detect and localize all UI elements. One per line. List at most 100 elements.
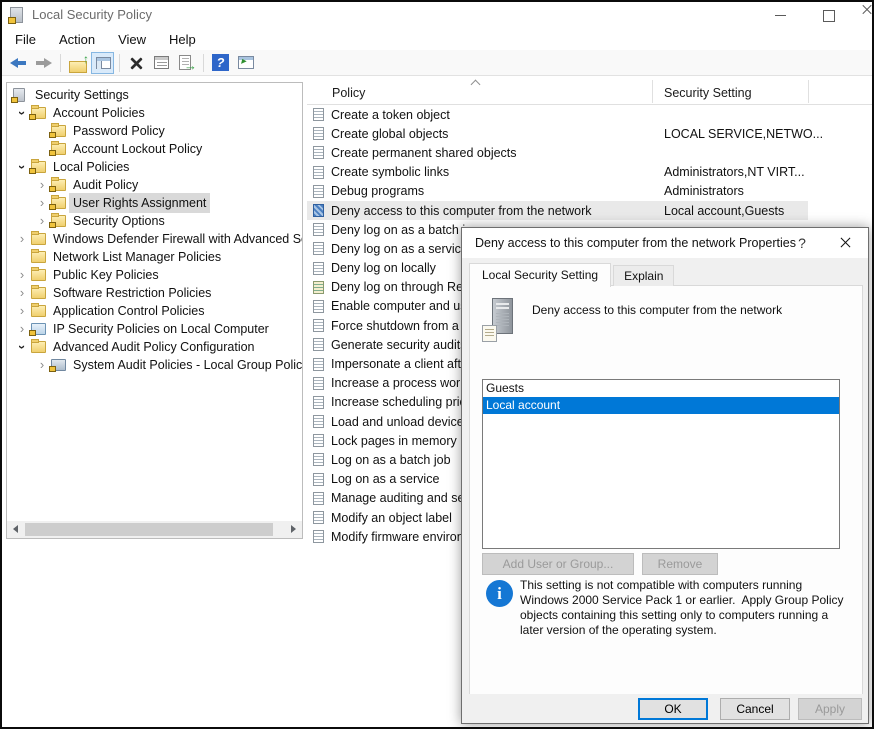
policy-doc-icon (313, 127, 324, 140)
column-divider[interactable] (808, 80, 809, 103)
menu-item[interactable]: View (108, 30, 156, 49)
cancel-button[interactable]: Cancel (720, 698, 790, 720)
maximize-button[interactable] (812, 2, 846, 28)
dialog-tab[interactable]: Local Security Setting (469, 263, 611, 287)
policy-name: Create global objects (331, 127, 448, 141)
tree-item[interactable]: Security Settings (7, 86, 302, 104)
tree-item[interactable]: Account Policies (7, 104, 302, 122)
tree-item[interactable]: Audit Policy (7, 176, 302, 194)
policy-doc-icon (313, 396, 324, 409)
tree-item-label: Password Policy (72, 124, 166, 138)
back-icon[interactable] (7, 52, 30, 74)
apply-button[interactable]: Apply (798, 698, 862, 720)
compatibility-note: This setting is not compatible with comp… (520, 578, 854, 638)
help-icon[interactable]: ? (209, 52, 232, 74)
minimize-button[interactable] (764, 2, 798, 28)
column-header-policy[interactable]: Policy (332, 86, 365, 100)
policy-row[interactable]: Create a token object (307, 105, 872, 124)
policy-doc-icon (313, 300, 324, 313)
tree-node-icon (51, 197, 66, 209)
scrollbar-thumb[interactable] (25, 523, 273, 536)
tree-item[interactable]: Account Lockout Policy (7, 140, 302, 158)
tree-item[interactable]: IP Security Policies on Local Computer (7, 320, 302, 338)
tree-item[interactable]: Security Options (7, 212, 302, 230)
local-security-policy-window: Local Security Policy FileActionViewHelp… (0, 0, 874, 729)
export-list-icon[interactable] (175, 52, 198, 74)
horizontal-scrollbar[interactable] (7, 521, 302, 538)
expand-chevron-icon[interactable] (13, 286, 31, 300)
tree-item[interactable]: User Rights Assignment (7, 194, 302, 212)
tree-node-icon (31, 107, 46, 119)
policy-doc-icon (313, 108, 324, 121)
tree-item-label: Windows Defender Firewall with Advanced … (52, 232, 302, 246)
tree-item[interactable]: Software Restriction Policies (7, 284, 302, 302)
list-header: Policy Security Setting (307, 78, 872, 105)
policy-name: Generate security audits (331, 338, 467, 352)
policy-row[interactable]: Debug programs Administrators (307, 182, 872, 201)
ok-button[interactable]: OK (638, 698, 708, 720)
column-divider[interactable] (652, 80, 653, 103)
policy-row[interactable]: Create global objects LOCAL SERVICE,NETW… (307, 124, 872, 143)
up-one-level-icon[interactable] (66, 55, 89, 77)
tree-item[interactable]: Advanced Audit Policy Configuration (7, 338, 302, 356)
menu-item[interactable]: Action (49, 30, 105, 49)
properties-icon[interactable] (150, 52, 173, 74)
tree-item-label: Security Settings (34, 88, 130, 102)
policy-doc-icon (313, 473, 324, 486)
tree-item[interactable]: Public Key Policies (7, 266, 302, 284)
policy-cell: Debug programs (307, 184, 652, 198)
policy-name: Load and unload device d (331, 415, 474, 429)
member-item[interactable]: Local account (483, 397, 839, 414)
toolbar-separator (119, 54, 120, 72)
menu-item[interactable]: File (5, 30, 46, 49)
tree-item-label: Public Key Policies (52, 268, 160, 282)
tree-item-label: Application Control Policies (52, 304, 205, 318)
policy-doc-icon (313, 492, 324, 505)
show-console-tree-icon[interactable] (91, 52, 114, 74)
policy-name: Create symbolic links (331, 165, 449, 179)
tree-item[interactable]: Local Policies (7, 158, 302, 176)
policy-doc-icon (313, 453, 324, 466)
tree-item[interactable]: Password Policy (7, 122, 302, 140)
policy-name: Log on as a service (331, 472, 439, 486)
remove-button[interactable]: Remove (642, 553, 718, 575)
policy-cell: Create a token object (307, 108, 652, 122)
delete-icon[interactable] (125, 52, 148, 74)
security-setting-value: Administrators (664, 184, 744, 198)
dialog-tab[interactable]: Explain (613, 265, 674, 286)
close-button[interactable] (850, 2, 874, 28)
policy-row[interactable]: Create permanent shared objects (307, 143, 872, 162)
tree-item[interactable]: Network List Manager Policies (7, 248, 302, 266)
add-user-or-group-button[interactable]: Add User or Group... (482, 553, 634, 575)
policy-row[interactable]: Create symbolic links Administrators,NT … (307, 163, 872, 182)
tree-item-label: Network List Manager Policies (52, 250, 222, 264)
scroll-left-icon[interactable] (13, 525, 18, 533)
tree-item[interactable]: Windows Defender Firewall with Advanced … (7, 230, 302, 248)
policy-doc-icon (313, 281, 324, 294)
members-listbox[interactable]: GuestsLocal account (482, 379, 840, 549)
tree-node-icon (13, 88, 25, 102)
expand-chevron-icon[interactable] (13, 304, 31, 318)
toolbar-separator (60, 54, 61, 72)
expand-chevron-icon[interactable] (13, 340, 31, 354)
forward-icon[interactable] (32, 52, 55, 74)
dialog-close-icon[interactable] (830, 228, 860, 258)
policy-doc-icon (313, 223, 324, 236)
policy-doc-icon (313, 358, 324, 371)
policy-row[interactable]: Deny access to this computer from the ne… (307, 201, 808, 220)
tree-item-label: Security Options (72, 214, 166, 228)
expand-chevron-icon[interactable] (13, 232, 31, 246)
scroll-right-icon[interactable] (291, 525, 296, 533)
column-header-security-setting[interactable]: Security Setting (664, 86, 752, 100)
expand-chevron-icon[interactable] (13, 268, 31, 282)
policy-cell: Create global objects (307, 127, 652, 141)
tree-item[interactable]: System Audit Policies - Local Group Poli… (7, 356, 302, 374)
member-item[interactable]: Guests (483, 380, 839, 397)
policy-doc-icon (313, 415, 324, 428)
menu-item[interactable]: Help (159, 30, 206, 49)
tree-node-icon (31, 251, 46, 263)
dialog-help-button[interactable]: ? (792, 235, 812, 251)
show-action-pane-icon[interactable] (234, 52, 257, 74)
tree-node-icon (51, 359, 66, 371)
tree-item[interactable]: Application Control Policies (7, 302, 302, 320)
